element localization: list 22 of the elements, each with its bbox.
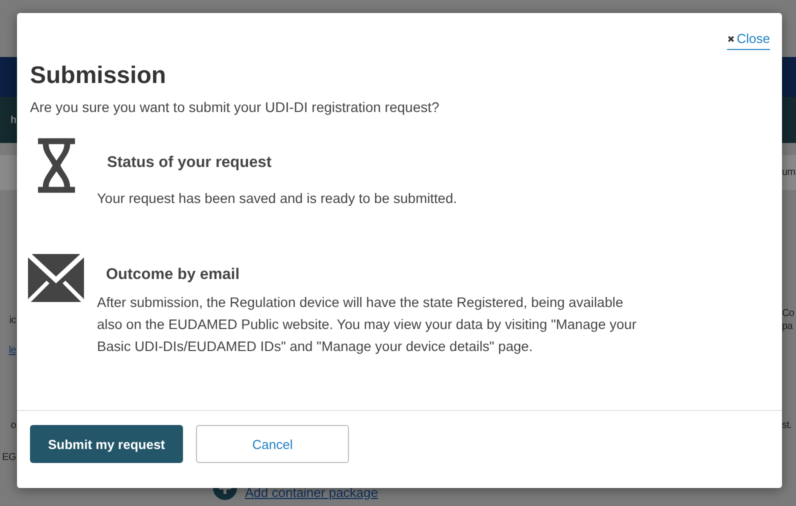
add-container-package-link[interactable]: Add container package	[245, 484, 378, 500]
section-text: Your request has been saved and is ready to be submitted.	[97, 190, 458, 208]
section-text: After submission, the Regulation device will have the state Registered, being available also on the EUDAMED Public website. You may view your data by visiting "Manage your Basic UDI-DIs/EUDAMED IDs" and "Manage your device details" page.	[97, 294, 638, 356]
text-fragment: st.	[782, 418, 793, 432]
section-heading: Outcome by email	[106, 266, 241, 284]
cancel-button[interactable]: Cancel	[196, 425, 349, 463]
text-fragment: Co	[782, 307, 796, 320]
link-fragment[interactable]: le	[8, 344, 16, 356]
text-fragment: o	[10, 418, 16, 432]
text-fragment: EG	[2, 451, 16, 464]
close-link[interactable]: Close	[726, 28, 770, 50]
question-text: Are you sure you want to submit your UDI-DI registration request?	[30, 98, 440, 116]
hourglass-icon	[38, 138, 75, 193]
envelope-icon	[28, 254, 84, 302]
text-fragment: pa	[782, 320, 794, 333]
section-heading: Status of your request	[107, 154, 272, 172]
text-fragment: ic	[9, 314, 16, 326]
text-fragment: um	[782, 166, 796, 179]
text-fragment: h	[10, 114, 16, 126]
dialog-title: Submission	[30, 62, 168, 90]
submit-button[interactable]: Submit my request	[30, 425, 183, 463]
close-icon[interactable]	[726, 34, 735, 42]
